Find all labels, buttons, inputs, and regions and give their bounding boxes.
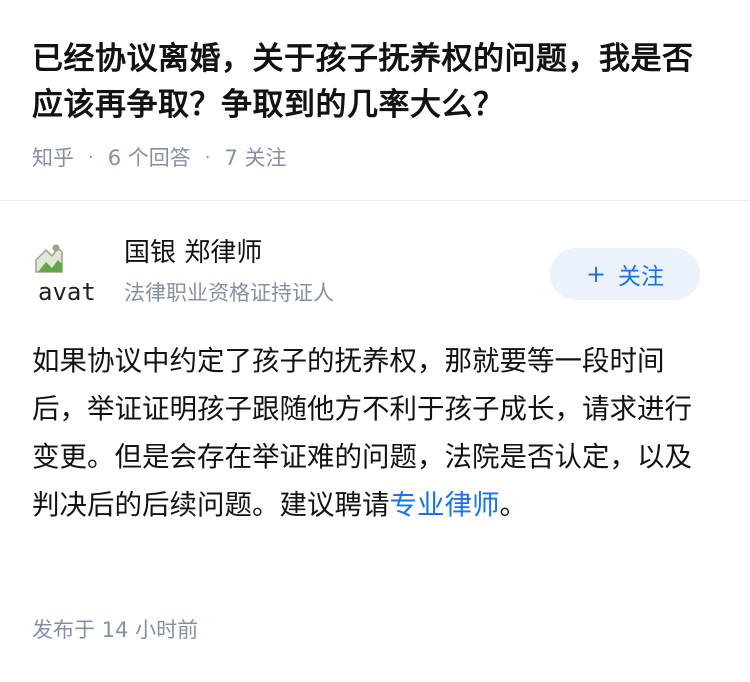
author-badge: 法律职业资格证持证人 bbox=[124, 281, 334, 305]
follower-count: 7 关注 bbox=[224, 146, 287, 170]
avatar-alt-text: avatar bbox=[38, 278, 94, 304]
lawyer-link[interactable]: 专业律师 bbox=[390, 489, 500, 521]
source-label[interactable]: 知乎 bbox=[32, 142, 74, 172]
question-title[interactable]: 已经协议离婚，关于孩子抚养权的问题，我是否应该再争取？争取到的几率大么？ bbox=[32, 36, 722, 128]
plus-icon: + bbox=[585, 260, 607, 288]
publish-time: 发布于 14 小时前 bbox=[32, 618, 199, 642]
separator-dot: · bbox=[88, 146, 94, 168]
avatar[interactable]: avatar bbox=[32, 242, 94, 304]
follow-label: 关注 bbox=[618, 264, 665, 290]
author-name[interactable]: 国银 郑律师 bbox=[124, 236, 262, 270]
question-header: 已经协议离婚，关于孩子抚养权的问题，我是否应该再争取？争取到的几率大么？ 知乎 … bbox=[32, 36, 722, 172]
section-divider bbox=[0, 200, 750, 201]
broken-image-icon bbox=[35, 244, 63, 273]
answer-count[interactable]: 6 个回答 bbox=[108, 142, 191, 172]
author-card: avatar 国银 郑律师 法律职业资格证持证人 + 关注 bbox=[32, 236, 700, 308]
answer-content: 如果协议中约定了孩子的抚养权，那就要等一段时间后，举证证明孩子跟随他方不利于孩子… bbox=[32, 337, 704, 529]
answer-text-end: 。 bbox=[499, 489, 528, 521]
separator-dot: · bbox=[204, 146, 211, 168]
answer-text: 如果协议中约定了孩子的抚养权，那就要等一段时间后，举证证明孩子跟随他方不利于孩子… bbox=[32, 345, 692, 521]
follow-button[interactable]: + 关注 bbox=[550, 248, 700, 300]
question-meta: 知乎 · 6 个回答 · 7 关注 bbox=[32, 142, 722, 172]
